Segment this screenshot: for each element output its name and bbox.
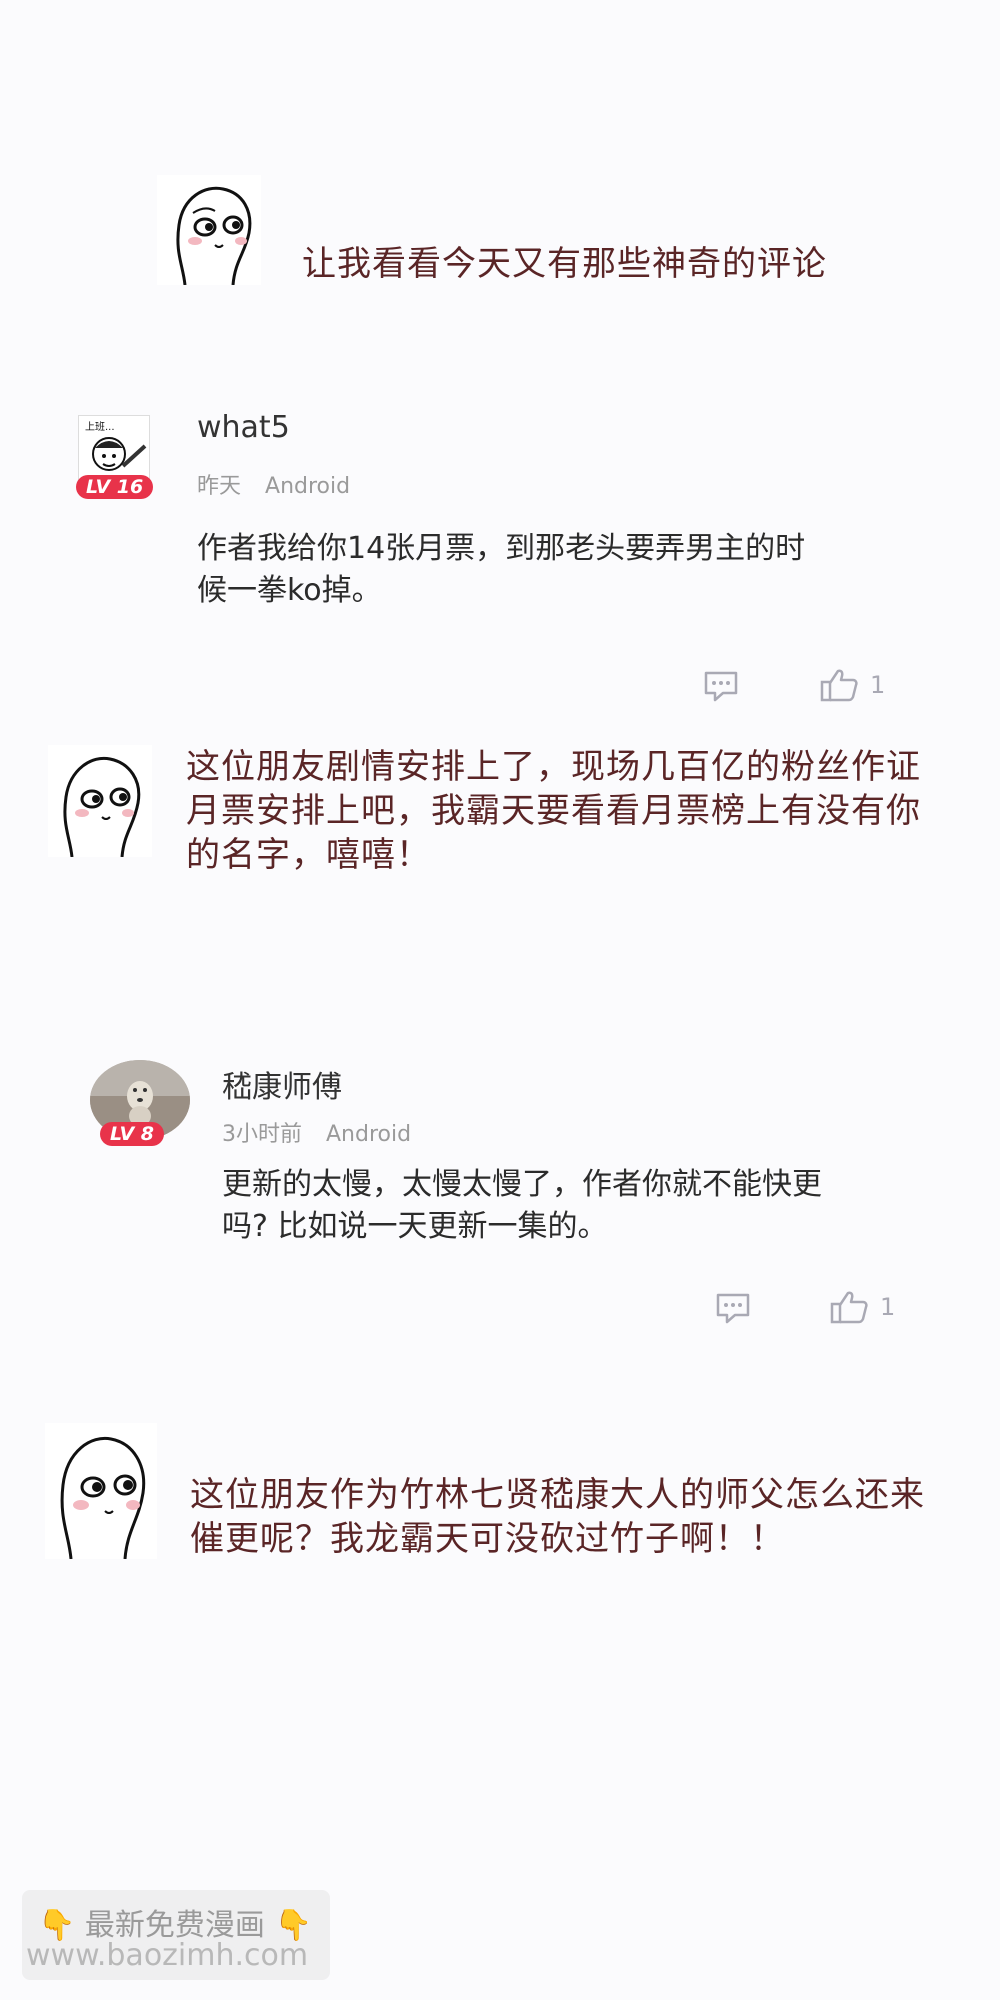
comment-platform: Android (326, 1122, 412, 1147)
meme-face-icon (60, 1436, 146, 1560)
meme-face-icon (63, 756, 141, 858)
level-badge: LV 16 (76, 475, 154, 499)
meme-avatar (48, 745, 152, 858)
comment-meta: 昨天 Android (197, 468, 350, 500)
meme-avatar (45, 1423, 157, 1560)
username[interactable]: 嵇康师傅 (222, 1062, 342, 1106)
comment-icon (716, 1293, 750, 1324)
username[interactable]: what5 (197, 410, 290, 445)
comment-meta: 3小时前 Android (222, 1116, 411, 1148)
like-button[interactable]: 1 (820, 668, 885, 702)
comment-time: 昨天 (197, 474, 242, 499)
narration-reply: 这位朋友剧情安排上了，现场几百亿的粉丝作证 月票安排上吧，我霸天要看看月票榜上有… (186, 747, 921, 875)
like-button[interactable]: 1 (830, 1290, 895, 1324)
avatar-caption: 上班... (85, 421, 115, 433)
reply-button[interactable] (703, 670, 739, 702)
comment-text: 作者我给你14张月票，到那老头要弄男主的时 候一拳ko掉。 (197, 531, 806, 608)
meme-face-icon (176, 186, 252, 286)
like-count: 1 (870, 671, 886, 699)
comment-text: 更新的太慢，太慢太慢了，作者你就不能快更 吗? 比如说一天更新一集的。 (222, 1167, 822, 1244)
comment-card: 上班... LV 16 what5 昨天 Android 作者我给你14张月票，到… (0, 400, 1000, 702)
comment-icon (704, 671, 738, 702)
meme-avatar (157, 175, 261, 286)
level-badge: LV 8 (100, 1122, 165, 1146)
narration-reply: 这位朋友作为竹林七贤嵇康大人的师父怎么还来 催更呢？我龙霸天可没砍过竹子啊！！ (190, 1475, 925, 1559)
comment-time: 3小时前 (222, 1122, 302, 1147)
narration-text: 让我看看今天又有那些神奇的评论 (302, 244, 827, 284)
thumbs-up-icon (820, 669, 858, 702)
comment-platform: Android (265, 474, 351, 499)
like-count: 1 (880, 1293, 896, 1321)
comment-card: LV 8 嵇康师傅 3小时前 Android 更新的太慢，太慢太慢了，作者你就不能… (0, 1050, 1000, 1330)
watermark-url[interactable]: www.baozimh.com (26, 1938, 308, 1973)
reply-button[interactable] (715, 1292, 751, 1324)
thumbs-up-icon (830, 1291, 868, 1324)
